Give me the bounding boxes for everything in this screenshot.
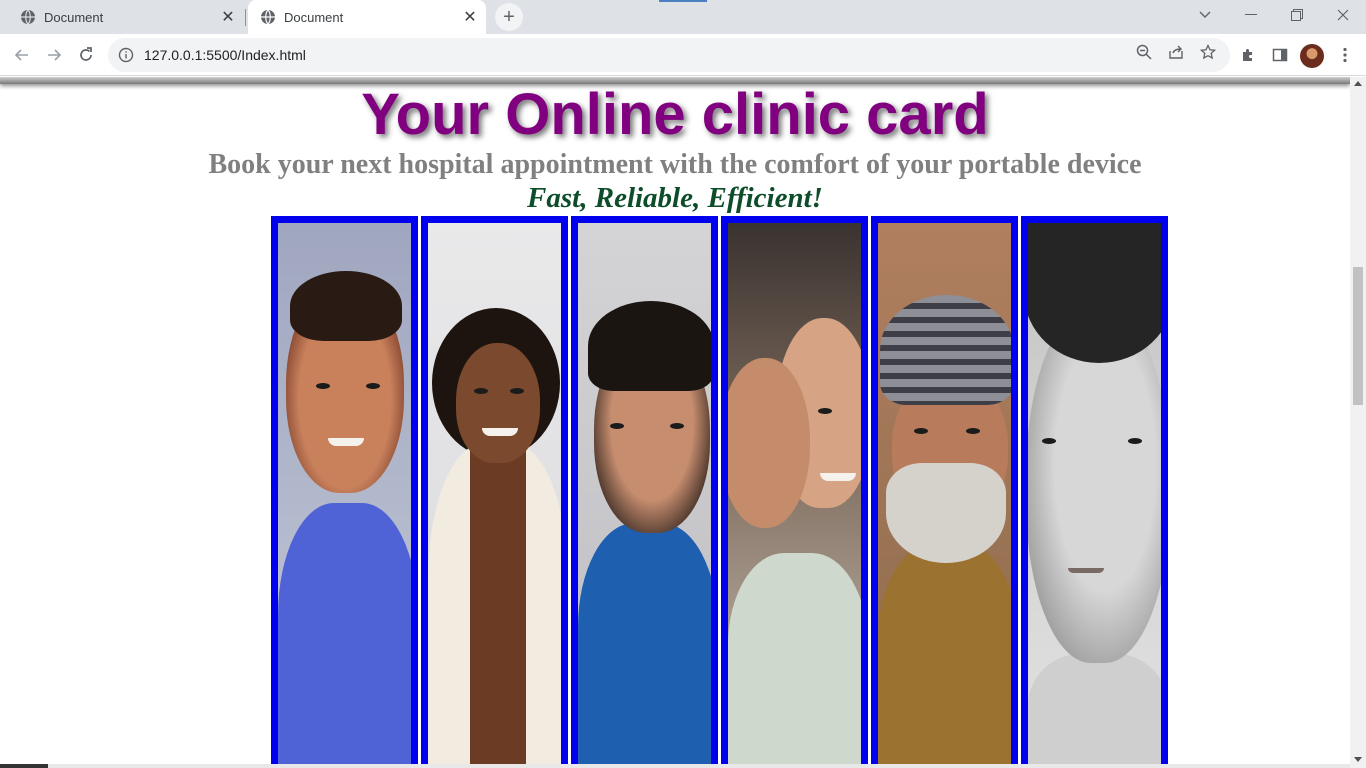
new-tab-button[interactable]: + [495, 3, 523, 31]
portrait-image [878, 223, 1011, 768]
page-scrollbar[interactable] [1350, 77, 1366, 768]
tab-title: Document [284, 9, 344, 25]
page-viewport: Your Online clinic card Book your next h… [0, 77, 1350, 768]
portrait-card-female-doctor [421, 216, 568, 768]
portrait-gallery [271, 216, 1169, 768]
forward-arrow-icon[interactable] [38, 39, 70, 71]
portrait-image [1028, 223, 1161, 768]
close-window-icon[interactable] [1320, 0, 1366, 30]
portrait-image [728, 223, 861, 768]
reload-icon[interactable] [70, 39, 102, 71]
back-arrow-icon[interactable] [6, 39, 38, 71]
profile-avatar[interactable] [1300, 44, 1324, 68]
side-panel-icon[interactable] [1270, 45, 1290, 65]
portrait-card-young-man [1021, 216, 1168, 768]
portrait-image [578, 223, 711, 768]
portrait-image [428, 223, 561, 768]
scrollbar-thumb[interactable] [1353, 267, 1363, 405]
tab-separator [245, 9, 246, 26]
scroll-up-arrow-icon[interactable] [1354, 81, 1362, 86]
bottom-edge-strip [0, 764, 1350, 768]
close-tab-icon[interactable]: ✕ [218, 7, 238, 27]
close-tab-icon[interactable]: ✕ [460, 7, 480, 27]
portrait-card-children [721, 216, 868, 768]
share-icon[interactable] [1167, 43, 1185, 61]
zoom-out-icon[interactable] [1135, 43, 1153, 61]
tab-strip-highlight [659, 0, 707, 2]
puzzle-icon[interactable] [1238, 45, 1258, 65]
address-bar[interactable]: 127.0.0.1:5500/Index.html [108, 38, 1230, 72]
info-icon[interactable] [118, 47, 134, 63]
kebab-menu-icon[interactable] [1335, 45, 1355, 65]
globe-icon [20, 9, 36, 25]
tab-search-icon[interactable] [1182, 0, 1228, 30]
browser-toolbar: 127.0.0.1:5500/Index.html [0, 34, 1366, 76]
tab-title: Document [44, 9, 104, 25]
globe-icon [260, 9, 276, 25]
tab-strip: Document ✕ Document ✕ + [0, 0, 1366, 34]
page-tagline: Fast, Reliable, Efficient! [527, 182, 823, 214]
portrait-card-nurse [271, 216, 418, 768]
portrait-card-elderly-man [871, 216, 1018, 768]
tab-inactive[interactable]: Document ✕ [8, 0, 244, 34]
minimize-icon[interactable] [1228, 0, 1274, 30]
restore-icon[interactable] [1274, 0, 1320, 30]
portrait-card-male-doctor [571, 216, 718, 768]
scroll-down-arrow-icon[interactable] [1354, 757, 1362, 762]
url-text: 127.0.0.1:5500/Index.html [144, 47, 306, 63]
portrait-image [278, 223, 411, 768]
tab-active[interactable]: Document ✕ [248, 0, 486, 34]
star-icon[interactable] [1199, 43, 1217, 61]
page-headline: Your Online clinic card [361, 82, 989, 147]
page-subheading: Book your next hospital appointment with… [208, 149, 1142, 180]
